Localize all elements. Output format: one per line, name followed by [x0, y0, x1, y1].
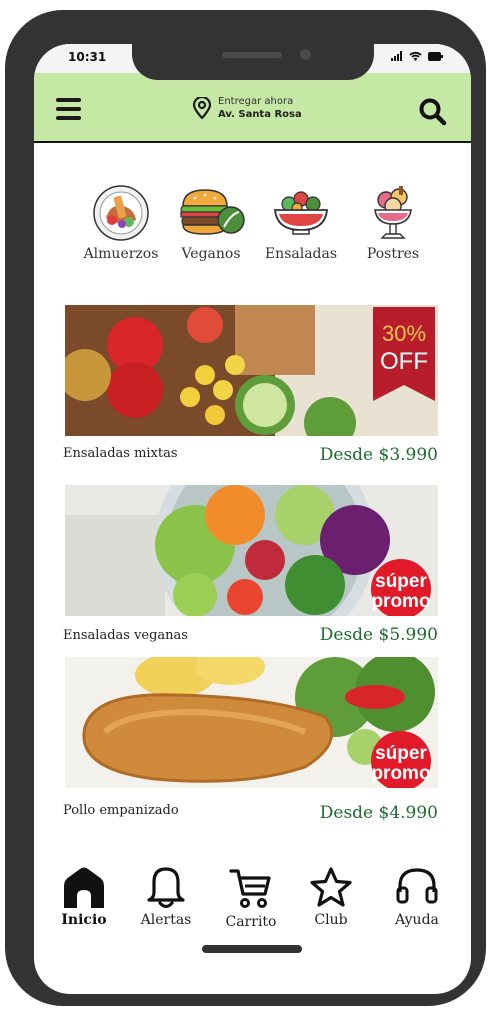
status-icons — [391, 51, 443, 61]
category-label: Ensaladas — [264, 246, 338, 262]
dessert-cup-icon — [374, 186, 412, 239]
nav-inicio[interactable]: Inicio — [49, 866, 119, 928]
category-almuerzos[interactable]: Almuerzos — [76, 184, 166, 262]
badge-discount-bottom: OFF — [380, 348, 428, 375]
speaker — [222, 52, 282, 58]
badge-promo-top: súper — [375, 571, 427, 592]
signal-icon — [391, 51, 402, 61]
cart-icon — [229, 869, 271, 908]
notch — [132, 44, 374, 80]
offer-image-salad-mix[interactable]: 30% OFF — [65, 305, 438, 436]
category-label: Almuerzos — [83, 246, 159, 262]
home-indicator — [202, 945, 302, 953]
category-label: Veganos — [181, 246, 241, 262]
nav-alertas[interactable]: Alertas — [131, 866, 201, 928]
nav-label-ayuda: Ayuda — [395, 912, 439, 928]
offer-price: Desde $4.990 — [319, 803, 438, 823]
location-pin-icon — [192, 97, 212, 119]
offer-image-breaded-chicken[interactable]: súper promo — [65, 657, 438, 788]
delivery-location[interactable]: Entregar ahora Av. Santa Rosa — [192, 95, 302, 121]
bell-icon — [147, 867, 185, 909]
category-veganos[interactable]: Veganos — [166, 184, 256, 262]
category-postres[interactable]: Postres — [348, 184, 438, 262]
lunch-plate-icon — [93, 185, 149, 241]
category-ensaladas[interactable]: Ensaladas — [256, 184, 346, 262]
camera — [300, 49, 311, 60]
salad-bowl-icon — [274, 191, 328, 235]
badge-promo-bottom: promo — [371, 763, 430, 784]
offer-price: Desde $3.990 — [319, 445, 438, 465]
app-screen: 10:31 Entregar ahora Av. Santa Rosa Almu… — [34, 44, 471, 994]
deliver-now-label: Entregar ahora — [218, 96, 294, 107]
wifi-icon — [409, 51, 422, 61]
menu-icon[interactable] — [56, 98, 82, 120]
status-time: 10:31 — [68, 50, 107, 64]
category-row: Almuerzos Veganos Ensaladas Postres — [34, 184, 471, 274]
offer-image-vegan-salad[interactable]: súper promo — [65, 485, 438, 616]
nav-ayuda[interactable]: Ayuda — [382, 866, 452, 928]
nav-club[interactable]: Club — [296, 866, 366, 928]
battery-icon — [428, 52, 443, 61]
phone-frame: 10:31 Entregar ahora Av. Santa Rosa Almu… — [5, 10, 486, 1006]
nav-label-club: Club — [314, 912, 348, 928]
nav-label-carrito: Carrito — [225, 914, 277, 930]
headset-icon — [396, 868, 438, 904]
nav-label-alertas: Alertas — [140, 912, 192, 928]
badge-promo-top: súper — [375, 743, 427, 764]
bottom-navigation: Inicio Alertas Carrito Club Ayuda — [34, 866, 471, 936]
address-label: Av. Santa Rosa — [218, 109, 302, 120]
offer-price: Desde $5.990 — [319, 625, 438, 645]
vegan-burger-icon — [180, 189, 245, 235]
home-icon — [64, 867, 104, 908]
star-icon — [310, 867, 352, 907]
offer-name: Ensaladas mixtas — [63, 446, 178, 461]
category-label: Postres — [366, 246, 420, 262]
app-header: Entregar ahora Av. Santa Rosa — [34, 73, 471, 143]
offer-name: Pollo empanizado — [63, 803, 179, 818]
badge-discount-top: 30% — [382, 321, 426, 346]
search-icon[interactable] — [418, 97, 448, 127]
nav-label-inicio: Inicio — [61, 912, 107, 928]
badge-promo-bottom: promo — [371, 591, 430, 612]
nav-carrito[interactable]: Carrito — [216, 866, 286, 930]
offer-name: Ensaladas veganas — [63, 628, 188, 643]
